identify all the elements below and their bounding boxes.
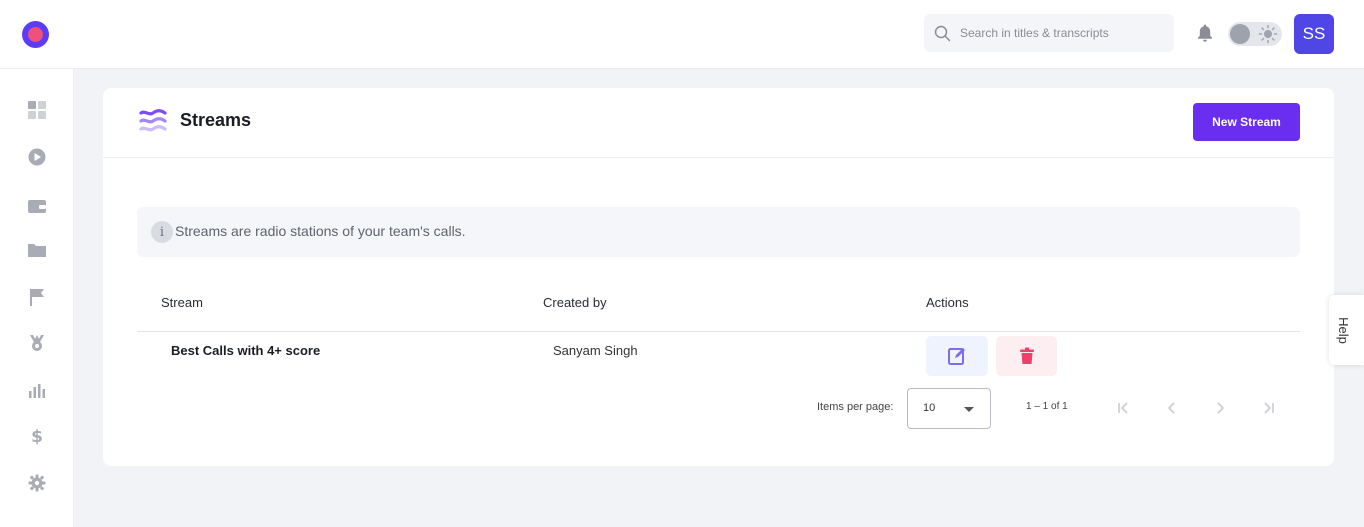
- dashboard-icon: [28, 101, 46, 119]
- bell-icon: [1198, 24, 1212, 42]
- page-title: Streams: [180, 110, 252, 130]
- help-label: Help: [1335, 317, 1351, 344]
- items-per-page-select[interactable]: 10: [907, 388, 991, 429]
- wallet-icon: [28, 200, 46, 213]
- table-row-stream-name[interactable]: Best Calls with 4+ score: [171, 343, 320, 358]
- sidebar-item-billing[interactable]: $: [26, 425, 48, 447]
- sidebar-item-flags[interactable]: [26, 286, 48, 308]
- sidebar-item-calls[interactable]: [26, 146, 48, 168]
- sidebar-item-dashboard[interactable]: [26, 99, 48, 121]
- sidebar-item-analytics[interactable]: [26, 380, 48, 402]
- pagination-range: 1 – 1 of 1: [1026, 401, 1068, 412]
- info-banner: i Streams are radio stations of your tea…: [137, 207, 1300, 257]
- table-divider: [137, 331, 1300, 332]
- streams-icon: [139, 109, 167, 132]
- search-box[interactable]: [924, 14, 1174, 52]
- previous-page-button[interactable]: [1160, 396, 1184, 420]
- gear-icon: [28, 474, 46, 492]
- last-page-button[interactable]: [1256, 396, 1280, 420]
- medal-icon: [30, 335, 44, 351]
- column-header-created-by[interactable]: Created by: [543, 295, 607, 310]
- sidebar-item-settings[interactable]: [26, 472, 48, 494]
- trash-icon: [1019, 347, 1034, 364]
- items-per-page-value: 10: [923, 402, 936, 414]
- chevron-down-icon: [964, 407, 974, 412]
- info-text: Streams are radio stations of your team'…: [175, 223, 466, 239]
- flag-icon: [30, 289, 44, 306]
- theme-toggle[interactable]: [1228, 22, 1282, 46]
- app-logo[interactable]: [22, 21, 49, 48]
- notifications-button[interactable]: [1196, 23, 1214, 48]
- edit-icon: [948, 348, 965, 365]
- last-page-icon: [1264, 402, 1274, 414]
- column-header-stream[interactable]: Stream: [161, 295, 203, 310]
- sidebar-item-scorecards[interactable]: [26, 332, 48, 354]
- toggle-knob: [1230, 24, 1250, 44]
- streams-card: Streams New Stream i Streams are radio s…: [103, 88, 1334, 466]
- chevron-left-icon: [1167, 402, 1175, 414]
- items-per-page-label: Items per page:: [817, 401, 894, 413]
- edit-button[interactable]: [926, 336, 988, 376]
- first-page-button[interactable]: [1112, 396, 1136, 420]
- search-icon: [934, 25, 951, 42]
- svg-text:$: $: [31, 427, 43, 446]
- bar-chart-icon: [29, 384, 45, 398]
- sidebar: $: [0, 69, 74, 527]
- sidebar-item-wallet[interactable]: [26, 195, 48, 217]
- info-icon: i: [151, 221, 173, 243]
- sun-icon: [1258, 24, 1278, 44]
- sidebar-item-folders[interactable]: [26, 239, 48, 261]
- card-header: Streams New Stream: [103, 88, 1334, 158]
- chevron-right-icon: [1217, 402, 1225, 414]
- play-icon: [28, 148, 46, 166]
- column-header-actions: Actions: [926, 295, 969, 310]
- folder-icon: [28, 244, 46, 257]
- dollar-icon: $: [31, 427, 43, 446]
- first-page-icon: [1118, 402, 1128, 414]
- next-page-button[interactable]: [1208, 396, 1232, 420]
- new-stream-button[interactable]: New Stream: [1193, 103, 1300, 141]
- table-row-created-by: Sanyam Singh: [553, 343, 638, 358]
- avatar[interactable]: SS: [1294, 14, 1334, 54]
- delete-button[interactable]: [996, 336, 1057, 376]
- search-input[interactable]: [960, 14, 1165, 52]
- top-bar: SS: [0, 0, 1364, 69]
- help-tab[interactable]: Help: [1329, 295, 1364, 365]
